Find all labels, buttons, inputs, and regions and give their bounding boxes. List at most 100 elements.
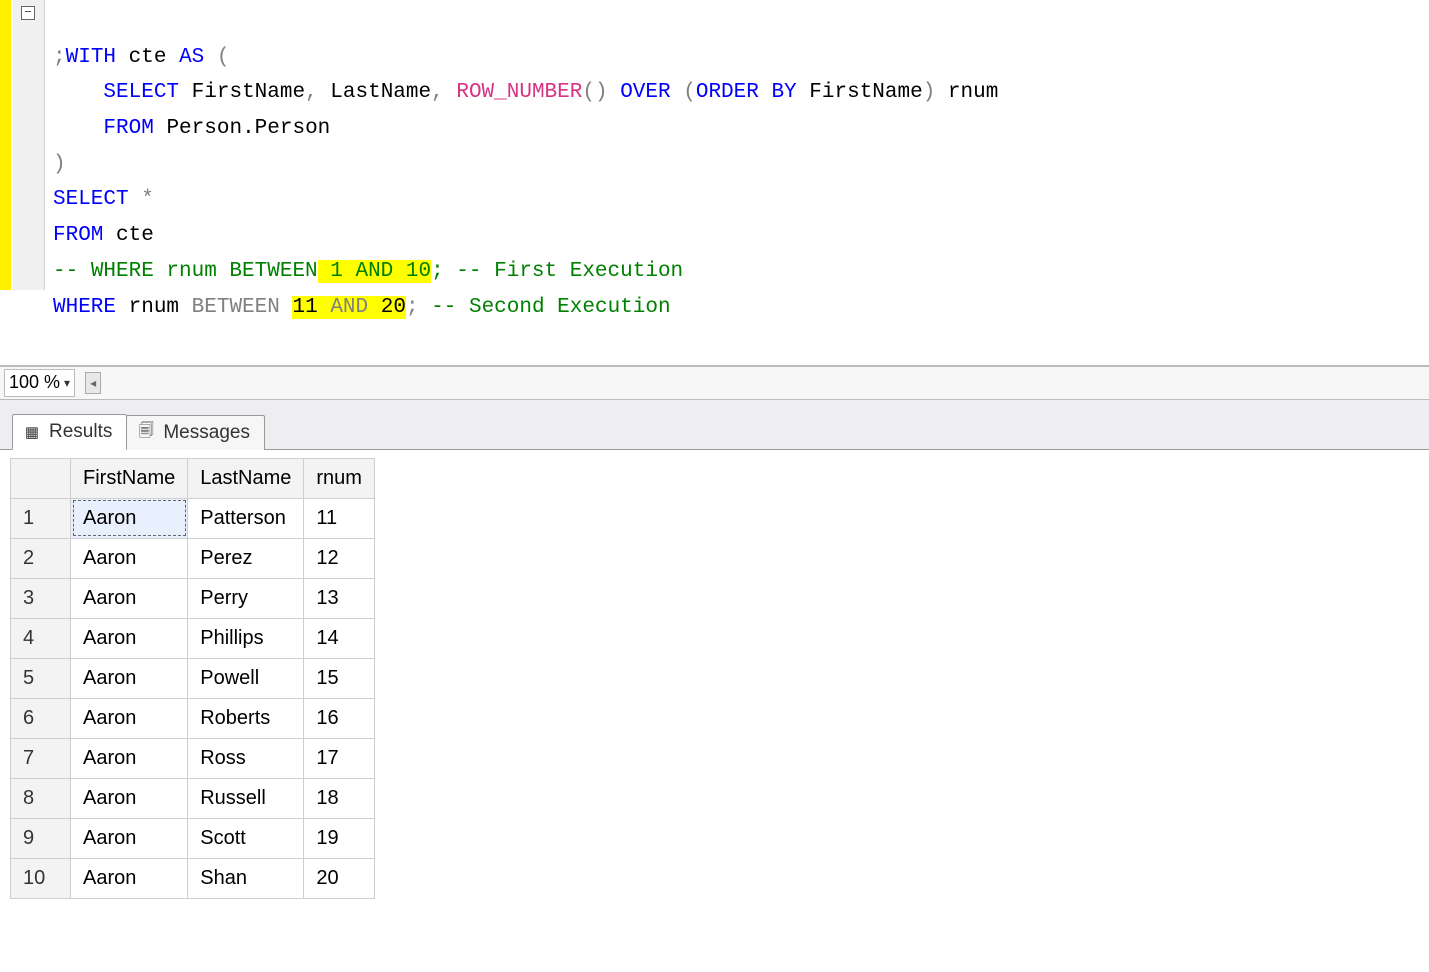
token-row-number: ROW_NUMBER bbox=[456, 81, 582, 104]
cell-firstname[interactable]: Aaron bbox=[71, 618, 188, 658]
token-open-paren: ( bbox=[217, 46, 230, 69]
cell-lastname[interactable]: Ross bbox=[188, 738, 304, 778]
grid-icon: ▦ bbox=[23, 423, 41, 441]
token-from: FROM bbox=[103, 117, 153, 140]
row-number[interactable]: 6 bbox=[11, 698, 71, 738]
row-number[interactable]: 5 bbox=[11, 658, 71, 698]
token-select: SELECT bbox=[103, 81, 179, 104]
table-row[interactable]: 6AaronRoberts16 bbox=[11, 698, 375, 738]
table-row[interactable]: 5AaronPowell15 bbox=[11, 658, 375, 698]
cell-rnum[interactable]: 19 bbox=[304, 818, 375, 858]
table-row[interactable]: 2AaronPerez12 bbox=[11, 538, 375, 578]
cell-lastname[interactable]: Phillips bbox=[188, 618, 304, 658]
token-select2: SELECT bbox=[53, 188, 129, 211]
results-pane: FirstName LastName rnum 1AaronPatterson1… bbox=[0, 450, 1429, 907]
col-lastname[interactable]: LastName bbox=[188, 458, 304, 498]
token-person: Person.Person bbox=[166, 117, 330, 140]
change-marker bbox=[0, 0, 11, 290]
cell-rnum[interactable]: 14 bbox=[304, 618, 375, 658]
cell-rnum[interactable]: 15 bbox=[304, 658, 375, 698]
token-11: 11 bbox=[292, 296, 317, 319]
cell-rnum[interactable]: 16 bbox=[304, 698, 375, 738]
token-20: 20 bbox=[381, 296, 406, 319]
row-number[interactable]: 4 bbox=[11, 618, 71, 658]
cell-lastname[interactable]: Patterson bbox=[188, 498, 304, 538]
chevron-down-icon: ▾ bbox=[64, 376, 70, 390]
fold-gutter: − bbox=[13, 0, 45, 290]
messages-icon: 🗐 bbox=[137, 424, 155, 442]
cell-firstname[interactable]: Aaron bbox=[71, 658, 188, 698]
table-row[interactable]: 7AaronRoss17 bbox=[11, 738, 375, 778]
table-row[interactable]: 8AaronRussell18 bbox=[11, 778, 375, 818]
row-number[interactable]: 3 bbox=[11, 578, 71, 618]
zoom-dropdown[interactable]: 100 % ▾ bbox=[4, 369, 75, 397]
col-rnum[interactable]: rnum bbox=[304, 458, 375, 498]
cell-firstname[interactable]: Aaron bbox=[71, 738, 188, 778]
token-rnum2: rnum bbox=[129, 296, 179, 319]
token-close-paren2: ) bbox=[923, 81, 936, 104]
token-star: * bbox=[141, 188, 154, 211]
cell-rnum[interactable]: 13 bbox=[304, 578, 375, 618]
cell-lastname[interactable]: Shan bbox=[188, 858, 304, 898]
token-lastname: LastName bbox=[330, 81, 431, 104]
tab-results-label: Results bbox=[49, 421, 112, 443]
row-number[interactable]: 10 bbox=[11, 858, 71, 898]
table-row[interactable]: 1AaronPatterson11 bbox=[11, 498, 375, 538]
cell-firstname[interactable]: Aaron bbox=[71, 818, 188, 858]
token-with: WITH bbox=[66, 46, 116, 69]
token-between: BETWEEN bbox=[192, 296, 280, 319]
table-row[interactable]: 3AaronPerry13 bbox=[11, 578, 375, 618]
editor-gutter: − bbox=[0, 0, 45, 365]
row-number[interactable]: 9 bbox=[11, 818, 71, 858]
token-rnum: rnum bbox=[948, 81, 998, 104]
cell-rnum[interactable]: 12 bbox=[304, 538, 375, 578]
cell-lastname[interactable]: Perry bbox=[188, 578, 304, 618]
comment-line-2: -- Second Execution bbox=[419, 296, 671, 319]
cell-firstname[interactable]: Aaron bbox=[71, 538, 188, 578]
hscroll-left[interactable]: ◂ bbox=[85, 372, 101, 394]
row-number[interactable]: 7 bbox=[11, 738, 71, 778]
results-tabs: ▦ Results 🗐 Messages bbox=[0, 400, 1429, 450]
row-number[interactable]: 1 bbox=[11, 498, 71, 538]
row-number[interactable]: 2 bbox=[11, 538, 71, 578]
zoom-value: 100 % bbox=[9, 372, 60, 393]
cell-lastname[interactable]: Perez bbox=[188, 538, 304, 578]
fold-collapse-icon[interactable]: − bbox=[21, 6, 35, 20]
table-row[interactable]: 10AaronShan20 bbox=[11, 858, 375, 898]
comment-line-1: -- WHERE rnum BETWEEN 1 AND 10; -- First… bbox=[53, 260, 683, 283]
tab-messages[interactable]: 🗐 Messages bbox=[126, 415, 265, 450]
token-from2: FROM bbox=[53, 224, 103, 247]
token-semi: ; bbox=[53, 46, 66, 69]
table-row[interactable]: 9AaronScott19 bbox=[11, 818, 375, 858]
cell-firstname[interactable]: Aaron bbox=[71, 698, 188, 738]
code-content[interactable]: ;WITH cte AS ( SELECT FirstName, LastNam… bbox=[45, 0, 998, 365]
token-as: AS bbox=[179, 46, 204, 69]
token-and: AND bbox=[330, 296, 368, 319]
results-grid[interactable]: FirstName LastName rnum 1AaronPatterson1… bbox=[10, 458, 375, 899]
token-open-paren2: ( bbox=[683, 81, 696, 104]
row-number[interactable]: 8 bbox=[11, 778, 71, 818]
table-row[interactable]: 4AaronPhillips14 bbox=[11, 618, 375, 658]
cell-firstname[interactable]: Aaron bbox=[71, 858, 188, 898]
cell-lastname[interactable]: Powell bbox=[188, 658, 304, 698]
cell-rnum[interactable]: 17 bbox=[304, 738, 375, 778]
token-firstname2: FirstName bbox=[809, 81, 922, 104]
cell-lastname[interactable]: Roberts bbox=[188, 698, 304, 738]
cell-rnum[interactable]: 18 bbox=[304, 778, 375, 818]
cell-rnum[interactable]: 20 bbox=[304, 858, 375, 898]
highlight-11-20: 11 AND 20 bbox=[292, 296, 405, 319]
tab-results[interactable]: ▦ Results bbox=[12, 414, 127, 450]
highlight-1-10: 1 AND 10 bbox=[318, 260, 431, 283]
col-firstname[interactable]: FirstName bbox=[71, 458, 188, 498]
cell-lastname[interactable]: Russell bbox=[188, 778, 304, 818]
code-editor[interactable]: − ;WITH cte AS ( SELECT FirstName, LastN… bbox=[0, 0, 1429, 366]
token-order-by: ORDER BY bbox=[696, 81, 797, 104]
token-close-paren: ) bbox=[53, 153, 66, 176]
cell-firstname[interactable]: Aaron bbox=[71, 578, 188, 618]
token-cte2: cte bbox=[116, 224, 154, 247]
token-firstname: FirstName bbox=[192, 81, 305, 104]
cell-firstname[interactable]: Aaron bbox=[71, 498, 188, 538]
cell-firstname[interactable]: Aaron bbox=[71, 778, 188, 818]
cell-rnum[interactable]: 11 bbox=[304, 498, 375, 538]
cell-lastname[interactable]: Scott bbox=[188, 818, 304, 858]
